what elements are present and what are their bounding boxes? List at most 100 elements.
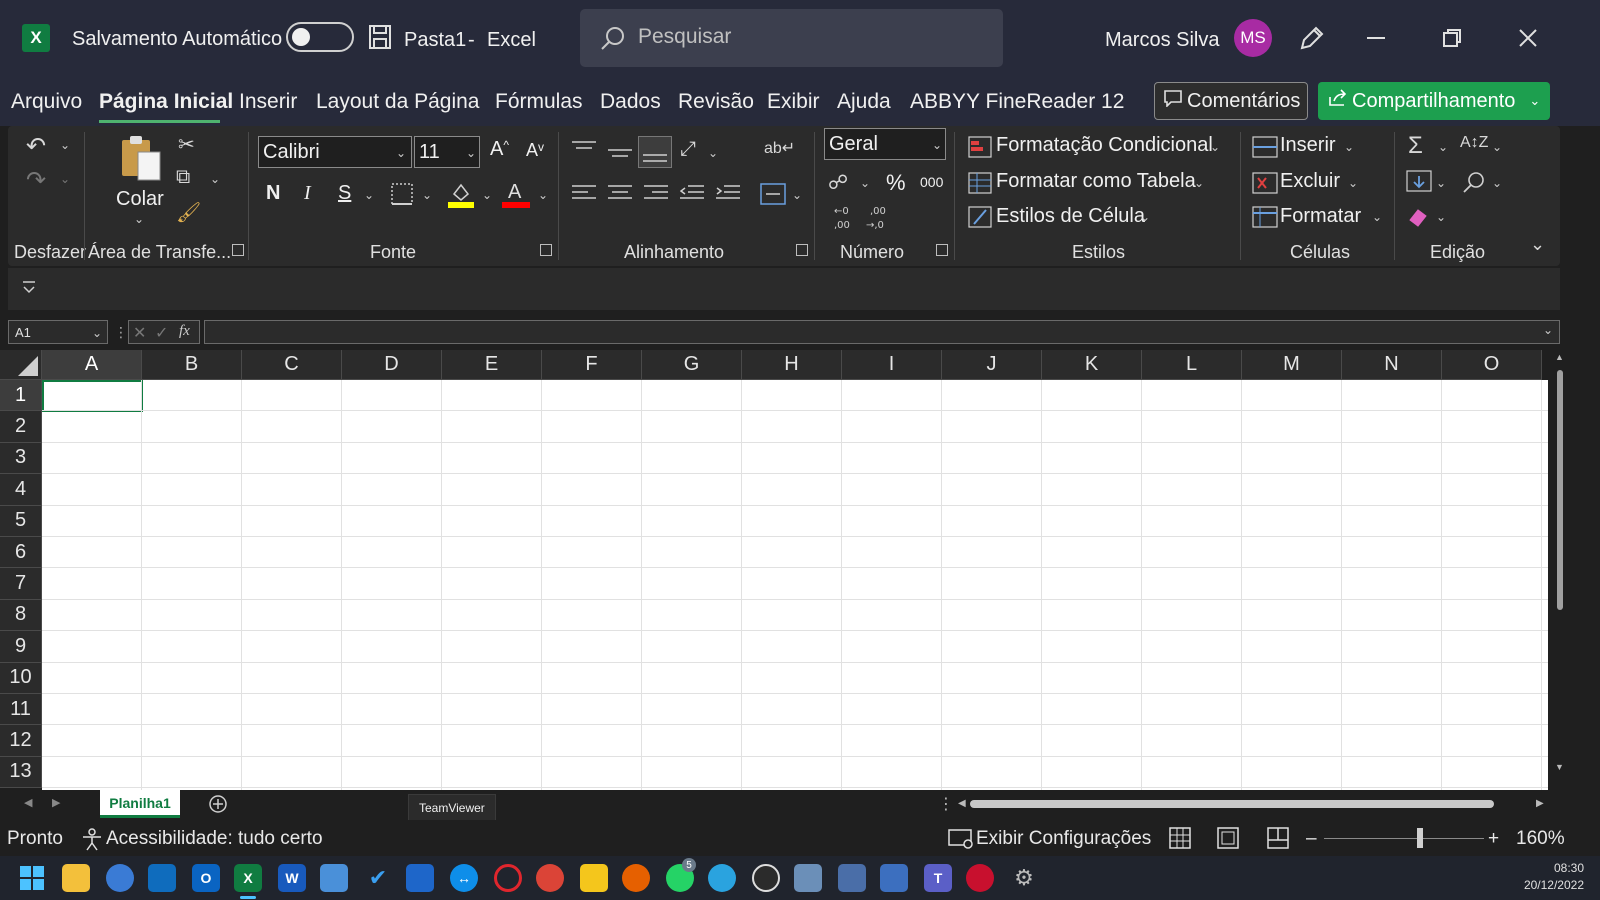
todo-icon[interactable]: ✔: [364, 864, 392, 892]
paste-icon[interactable]: [118, 134, 164, 187]
clear-icon[interactable]: [1406, 206, 1430, 233]
column-header[interactable]: I: [842, 350, 942, 380]
font-launcher-icon[interactable]: [540, 244, 552, 256]
save-icon[interactable]: [368, 24, 392, 50]
orientation-icon[interactable]: ⤢: [680, 138, 696, 161]
column-header[interactable]: H: [742, 350, 842, 380]
tab-dados[interactable]: Dados: [600, 90, 661, 114]
undo-dropdown-icon[interactable]: ⌄: [60, 138, 70, 152]
next-sheet-icon[interactable]: ▶: [52, 796, 60, 809]
pen-icon[interactable]: [1288, 14, 1336, 62]
row-header[interactable]: 7: [0, 568, 42, 600]
increase-indent-icon[interactable]: [716, 184, 740, 209]
align-middle-icon[interactable]: [608, 144, 632, 169]
split-handle-icon[interactable]: ⋮: [938, 794, 954, 814]
chevron-down-icon[interactable]: ⌄: [1194, 176, 1204, 190]
word-icon[interactable]: W: [278, 864, 306, 892]
row-header[interactable]: 2: [0, 411, 42, 443]
file-explorer-icon[interactable]: [62, 864, 90, 892]
tab-revisao[interactable]: Revisão: [678, 90, 754, 114]
teamviewer-icon[interactable]: ↔: [450, 864, 478, 892]
insert-cells-button[interactable]: Inserir: [1280, 134, 1336, 157]
fill-icon[interactable]: [1406, 170, 1432, 197]
column-header[interactable]: O: [1442, 350, 1542, 380]
row-header[interactable]: 5: [0, 505, 42, 537]
conditional-format-icon[interactable]: [968, 136, 992, 163]
chevron-down-icon[interactable]: ⌄: [792, 188, 802, 202]
outlook-icon[interactable]: O: [192, 864, 220, 892]
zoom-slider[interactable]: [1324, 838, 1484, 839]
column-header[interactable]: K: [1042, 350, 1142, 380]
format-cells-icon[interactable]: [1252, 206, 1278, 233]
scroll-left-icon[interactable]: ◀: [958, 798, 966, 809]
chevron-down-icon[interactable]: ⌄: [860, 176, 870, 190]
undo-icon[interactable]: ↶: [26, 132, 46, 161]
share-button[interactable]: Compartilhamento ⌄: [1318, 82, 1550, 120]
search-box[interactable]: Pesquisar: [580, 9, 1003, 67]
number-launcher-icon[interactable]: [936, 244, 948, 256]
autosave-toggle[interactable]: [286, 22, 354, 52]
font-name-select[interactable]: Calibri: [258, 136, 412, 168]
chevron-down-icon[interactable]: ⌄: [932, 138, 942, 152]
bold-button[interactable]: N: [266, 182, 280, 205]
sheet-tab[interactable]: Planilha1: [100, 790, 180, 818]
app-icon[interactable]: [752, 864, 780, 892]
row-header[interactable]: 9: [0, 631, 42, 663]
chevron-down-icon[interactable]: ⌄: [1436, 176, 1446, 190]
app-icon[interactable]: [794, 864, 822, 892]
delete-cells-icon[interactable]: [1252, 172, 1278, 199]
column-header[interactable]: M: [1242, 350, 1342, 380]
row-header[interactable]: 4: [0, 474, 42, 506]
accessibility-status[interactable]: Acessibilidade: tudo certo: [106, 828, 323, 850]
chrome-icon[interactable]: [536, 864, 564, 892]
copy-icon[interactable]: ⧉: [176, 166, 190, 189]
row-header[interactable]: 12: [0, 725, 42, 757]
column-header[interactable]: B: [142, 350, 242, 380]
chevron-down-icon[interactable]: ⌄: [396, 146, 406, 160]
align-right-icon[interactable]: [644, 184, 668, 209]
insert-function-icon[interactable]: fx: [179, 323, 190, 340]
alignment-launcher-icon[interactable]: [796, 244, 808, 256]
vertical-scroll-thumb[interactable]: [1557, 370, 1563, 610]
tab-arquivo[interactable]: Arquivo: [11, 90, 82, 114]
insert-cells-icon[interactable]: [1252, 136, 1278, 163]
tab-exibir[interactable]: Exibir: [767, 90, 820, 114]
minimize-button[interactable]: [1352, 14, 1400, 62]
add-sheet-icon[interactable]: [208, 794, 228, 819]
cells-area[interactable]: [42, 380, 1548, 790]
chevron-down-icon[interactable]: ⌄: [422, 188, 432, 202]
comments-button[interactable]: Comentários: [1154, 82, 1308, 120]
format-cells-button[interactable]: Formatar: [1280, 205, 1361, 228]
decrease-decimal-icon[interactable]: ,00 →,0: [864, 204, 892, 235]
chevron-down-icon[interactable]: ⌄: [482, 188, 492, 202]
accessibility-icon[interactable]: [80, 828, 104, 857]
restore-button[interactable]: [1428, 14, 1476, 62]
formula-input[interactable]: ⌄: [204, 320, 1560, 344]
conditional-format-button[interactable]: Formatação Condicional: [996, 134, 1213, 157]
row-header[interactable]: 11: [0, 694, 42, 726]
borders-icon[interactable]: [390, 182, 414, 211]
display-settings-icon[interactable]: [948, 828, 974, 855]
chevron-down-icon[interactable]: ⌄: [92, 326, 102, 340]
merge-center-icon[interactable]: [760, 182, 786, 211]
chevron-down-icon[interactable]: ⌄: [1140, 210, 1150, 224]
column-header[interactable]: N: [1342, 350, 1442, 380]
copy-dropdown-icon[interactable]: ⌄: [210, 172, 220, 186]
store-icon[interactable]: [148, 864, 176, 892]
settings-icon[interactable]: ⚙: [1010, 864, 1038, 892]
row-header[interactable]: 13: [0, 756, 42, 789]
column-header[interactable]: F: [542, 350, 642, 380]
font-color-icon[interactable]: A: [502, 178, 530, 213]
chevron-down-icon[interactable]: ⌄: [1529, 93, 1540, 109]
customize-quick-access-icon[interactable]: [22, 280, 36, 301]
column-header[interactable]: C: [242, 350, 342, 380]
redo-dropdown-icon[interactable]: ⌄: [60, 172, 70, 186]
row-header[interactable]: 6: [0, 537, 42, 569]
scroll-down-icon[interactable]: ▼: [1555, 762, 1564, 772]
redo-icon[interactable]: ↷: [26, 166, 46, 195]
chevron-down-icon[interactable]: ⌄: [708, 146, 718, 160]
expand-formula-icon[interactable]: ⌄: [1543, 323, 1553, 337]
page-break-view-icon[interactable]: [1266, 826, 1290, 855]
normal-view-icon[interactable]: [1168, 826, 1192, 855]
increase-decimal-icon[interactable]: ←0,00: [828, 204, 856, 235]
